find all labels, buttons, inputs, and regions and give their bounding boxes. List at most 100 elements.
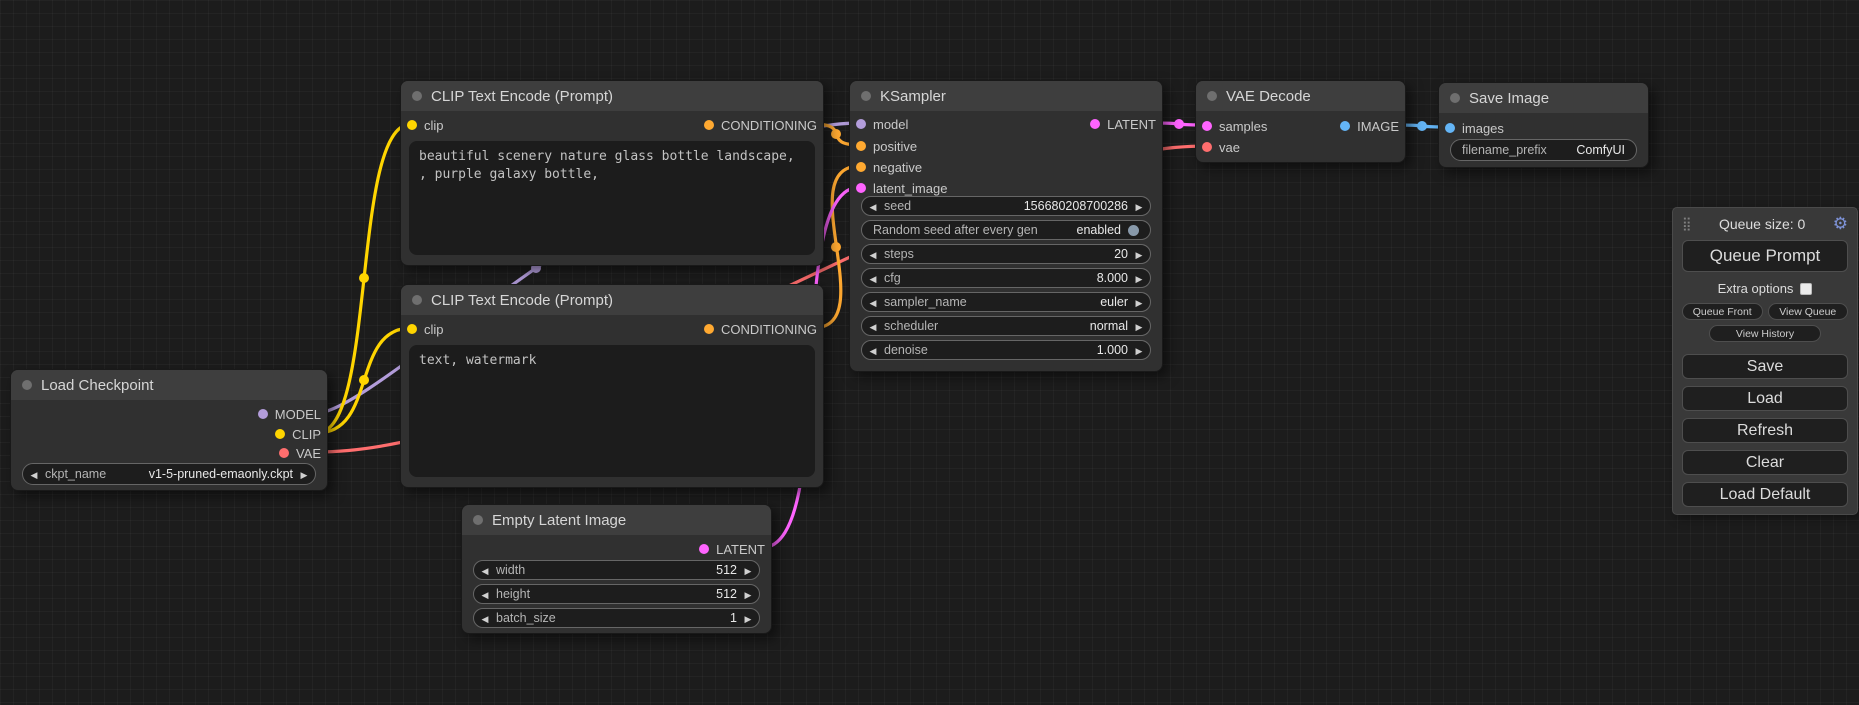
negative-input-port[interactable] [856, 162, 866, 172]
vae-input-port[interactable] [1202, 142, 1212, 152]
prompt-textarea[interactable]: beautiful scenery nature glass bottle la… [409, 141, 815, 255]
increment-arrow-icon[interactable] [1128, 271, 1150, 285]
decrement-arrow-icon[interactable] [862, 343, 884, 357]
collapse-toggle-icon[interactable] [22, 380, 32, 390]
collapse-toggle-icon[interactable] [412, 295, 422, 305]
refresh-button[interactable]: Refresh [1682, 418, 1848, 443]
collapse-toggle-icon[interactable] [412, 91, 422, 101]
slot-label: CONDITIONING [721, 118, 817, 133]
decrement-arrow-icon[interactable] [474, 563, 496, 577]
conditioning-output-port[interactable] [704, 324, 714, 334]
node-titlebar[interactable]: Empty Latent Image [462, 505, 771, 535]
prompt-textarea[interactable]: text, watermark [409, 345, 815, 477]
widget-value: 512 [716, 563, 737, 577]
samples-input-port[interactable] [1202, 121, 1212, 131]
increment-arrow-icon[interactable] [1128, 199, 1150, 213]
slot-label: images [1462, 121, 1504, 136]
widget-scheduler[interactable]: scheduler normal [861, 316, 1151, 336]
increment-arrow-icon[interactable] [1128, 319, 1150, 333]
increment-arrow-icon[interactable] [293, 467, 315, 481]
node-vae-decode[interactable]: VAE Decode samples vae IMAGE [1195, 80, 1406, 163]
widget-label: batch_size [496, 611, 556, 625]
load-default-button[interactable]: Load Default [1682, 482, 1848, 507]
extra-options-checkbox[interactable] [1800, 283, 1812, 295]
images-input-port[interactable] [1445, 123, 1455, 133]
settings-gear-icon[interactable] [1833, 215, 1848, 233]
node-titlebar[interactable]: Save Image [1439, 83, 1648, 113]
slot-label: LATENT [1107, 117, 1156, 132]
drag-handle-icon[interactable] [1682, 215, 1692, 233]
slot-label: positive [873, 139, 917, 154]
positive-input-port[interactable] [856, 141, 866, 151]
decrement-arrow-icon[interactable] [862, 295, 884, 309]
decrement-arrow-icon[interactable] [862, 271, 884, 285]
widget-value: v1-5-pruned-emaonly.ckpt [149, 467, 293, 481]
node-titlebar[interactable]: Load Checkpoint [11, 370, 327, 400]
widget-height[interactable]: height 512 [473, 584, 760, 604]
increment-arrow-icon[interactable] [737, 587, 759, 601]
vae-output-port[interactable] [279, 448, 289, 458]
queue-prompt-button[interactable]: Queue Prompt [1682, 240, 1848, 272]
clip-input-port[interactable] [407, 120, 417, 130]
increment-arrow-icon[interactable] [1128, 295, 1150, 309]
collapse-toggle-icon[interactable] [473, 515, 483, 525]
toggle-on-indicator[interactable] [1128, 225, 1139, 236]
widget-width[interactable]: width 512 [473, 560, 760, 580]
node-titlebar[interactable]: CLIP Text Encode (Prompt) [401, 285, 823, 315]
node-titlebar[interactable]: CLIP Text Encode (Prompt) [401, 81, 823, 111]
increment-arrow-icon[interactable] [1128, 247, 1150, 261]
latent-output-port[interactable] [1090, 119, 1100, 129]
latent-output-port[interactable] [699, 544, 709, 554]
node-empty-latent-image[interactable]: Empty Latent Image LATENT width 512 heig… [461, 504, 772, 634]
node-titlebar[interactable]: VAE Decode [1196, 81, 1405, 111]
conditioning-output-port[interactable] [704, 120, 714, 130]
output-slot-vae: VAE [279, 443, 321, 463]
node-ksampler[interactable]: KSampler model positive negative latent_… [849, 80, 1163, 372]
comfy-menu[interactable]: Queue size: 0 Queue Prompt Extra options… [1672, 207, 1858, 515]
clip-input-port[interactable] [407, 324, 417, 334]
widget-sampler-name[interactable]: sampler_name euler [861, 292, 1151, 312]
collapse-toggle-icon[interactable] [861, 91, 871, 101]
decrement-arrow-icon[interactable] [474, 587, 496, 601]
node-save-image[interactable]: Save Image images filename_prefix ComfyU… [1438, 82, 1649, 168]
widget-filename-prefix[interactable]: filename_prefix ComfyUI [1450, 139, 1637, 161]
widget-value: normal [1090, 319, 1128, 333]
graph-canvas[interactable]: Load Checkpoint MODEL CLIP VAE ckpt_name… [0, 0, 1859, 705]
view-queue-button[interactable]: View Queue [1768, 303, 1849, 320]
node-title: Empty Latent Image [492, 512, 626, 529]
node-titlebar[interactable]: KSampler [850, 81, 1162, 111]
view-history-button[interactable]: View History [1709, 325, 1821, 342]
widget-batch-size[interactable]: batch_size 1 [473, 608, 760, 628]
decrement-arrow-icon[interactable] [23, 467, 45, 481]
increment-arrow-icon[interactable] [737, 611, 759, 625]
decrement-arrow-icon[interactable] [862, 247, 884, 261]
increment-arrow-icon[interactable] [1128, 343, 1150, 357]
model-input-port[interactable] [856, 119, 866, 129]
collapse-toggle-icon[interactable] [1207, 91, 1217, 101]
decrement-arrow-icon[interactable] [862, 319, 884, 333]
increment-arrow-icon[interactable] [737, 563, 759, 577]
slot-label: samples [1219, 119, 1267, 134]
node-clip-text-encode-negative[interactable]: CLIP Text Encode (Prompt) clip CONDITION… [400, 284, 824, 488]
widget-ckpt-name[interactable]: ckpt_name v1-5-pruned-emaonly.ckpt [22, 463, 316, 485]
widget-value: 20 [1114, 247, 1128, 261]
widget-denoise[interactable]: denoise 1.000 [861, 340, 1151, 360]
image-output-port[interactable] [1340, 121, 1350, 131]
node-clip-text-encode-positive[interactable]: CLIP Text Encode (Prompt) clip CONDITION… [400, 80, 824, 266]
node-load-checkpoint[interactable]: Load Checkpoint MODEL CLIP VAE ckpt_name… [10, 369, 328, 491]
latent-image-input-port[interactable] [856, 183, 866, 193]
clear-button[interactable]: Clear [1682, 450, 1848, 475]
widget-cfg[interactable]: cfg 8.000 [861, 268, 1151, 288]
widget-random-seed-toggle[interactable]: Random seed after every gen enabled [861, 220, 1151, 240]
widget-steps[interactable]: steps 20 [861, 244, 1151, 264]
widget-seed[interactable]: seed 156680208700286 [861, 196, 1151, 216]
model-output-port[interactable] [258, 409, 268, 419]
decrement-arrow-icon[interactable] [474, 611, 496, 625]
load-button[interactable]: Load [1682, 386, 1848, 411]
link-midpoint-dot [359, 273, 369, 283]
queue-front-button[interactable]: Queue Front [1682, 303, 1763, 320]
save-button[interactable]: Save [1682, 354, 1848, 379]
decrement-arrow-icon[interactable] [862, 199, 884, 213]
collapse-toggle-icon[interactable] [1450, 93, 1460, 103]
clip-output-port[interactable] [275, 429, 285, 439]
